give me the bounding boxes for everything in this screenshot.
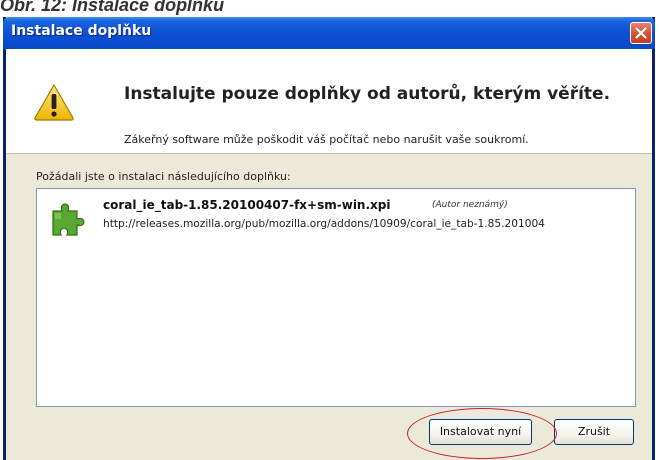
close-button[interactable] bbox=[630, 22, 652, 44]
request-label: Požádali jste o instalaci následujícího … bbox=[36, 170, 291, 183]
cancel-button[interactable]: Zrušit bbox=[554, 419, 634, 445]
title-bar[interactable]: Instalace doplňku bbox=[3, 17, 655, 49]
install-now-button[interactable]: Instalovat nyní bbox=[429, 419, 532, 445]
close-icon bbox=[635, 27, 647, 39]
figure-caption: Obr. 12: Instalace doplňku bbox=[0, 0, 225, 15]
install-dialog: Instalace doplňku Instalujte pouze doplň… bbox=[3, 17, 655, 460]
list-item[interactable]: coral_ie_tab-1.85.20100407-fx+sm-win.xpi… bbox=[37, 189, 635, 249]
puzzle-piece-icon bbox=[52, 203, 85, 236]
addon-url: http://releases.mozilla.org/pub/mozilla.… bbox=[103, 218, 545, 230]
warning-banner: Instalujte pouze doplňky od autorů, kter… bbox=[6, 49, 652, 154]
addon-name: coral_ie_tab-1.85.20100407-fx+sm-win.xpi bbox=[103, 198, 391, 212]
warning-headline: Instalujte pouze doplňky od autorů, kter… bbox=[124, 84, 611, 104]
window-title: Instalace doplňku bbox=[11, 23, 152, 39]
addon-list[interactable]: coral_ie_tab-1.85.20100407-fx+sm-win.xpi… bbox=[36, 188, 636, 407]
warning-icon bbox=[34, 83, 74, 121]
warning-subline: Zákeřný software může poškodit váš počít… bbox=[124, 133, 529, 146]
addon-author: (Autor neznámý) bbox=[432, 200, 508, 210]
